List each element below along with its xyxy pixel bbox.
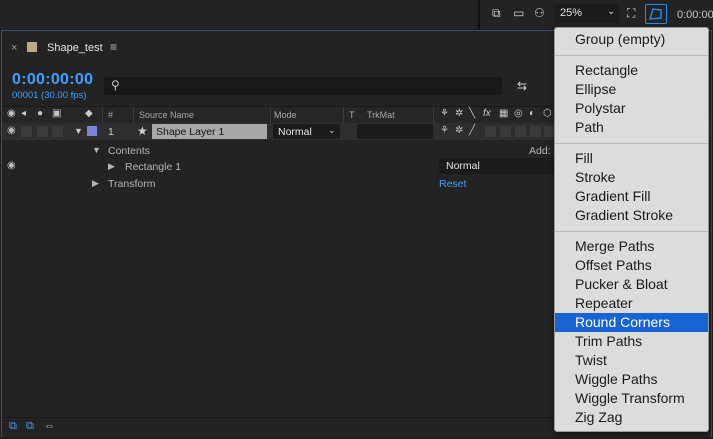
- menu-item-trim-paths[interactable]: Trim Paths: [555, 332, 708, 351]
- menu-item-pucker-bloat[interactable]: Pucker & Bloat: [555, 275, 708, 294]
- contents-label: Contents: [108, 145, 151, 157]
- region-of-interest-icon[interactable]: ⧉: [492, 6, 501, 20]
- frame-blend-icon[interactable]: ▦: [499, 108, 508, 119]
- menu-item-rectangle[interactable]: Rectangle: [555, 61, 708, 80]
- solo-icon[interactable]: ●: [37, 108, 43, 119]
- menu-item-fill[interactable]: Fill: [555, 149, 708, 168]
- quality-switch-icon[interactable]: ╱: [469, 125, 475, 136]
- expand-triangle-icon[interactable]: ▼: [74, 126, 83, 136]
- current-time-display[interactable]: 0:00:00:00: [12, 71, 93, 89]
- rectangle-expand-triangle-icon[interactable]: ▶: [108, 161, 115, 172]
- quality-icon[interactable]: ╲: [469, 108, 475, 119]
- adjustment-layer-icon[interactable]: ◐: [529, 108, 535, 119]
- layer-name: Shape Layer 1: [156, 126, 225, 138]
- menu-item-offset-paths[interactable]: Offset Paths: [555, 256, 708, 275]
- adjustment-switch-cell[interactable]: [530, 126, 541, 137]
- column-divider: [133, 107, 134, 123]
- tab-close-icon[interactable]: ×: [11, 42, 17, 54]
- menu-item-ellipse[interactable]: Ellipse: [555, 80, 708, 99]
- transform-label: Transform: [108, 178, 156, 190]
- contents-expand-triangle-icon[interactable]: ▼: [92, 145, 101, 155]
- solo-switch-cell[interactable]: [37, 126, 48, 137]
- lock-switch-cell[interactable]: [52, 126, 63, 137]
- column-divider: [343, 107, 344, 123]
- column-t: T: [349, 110, 355, 120]
- menu-item-path[interactable]: Path: [555, 118, 708, 137]
- layer-index: 1: [108, 126, 114, 138]
- add-shape-button[interactable]: Add:: [529, 145, 551, 157]
- menu-separator: [555, 55, 708, 56]
- transform-reset-link[interactable]: Reset: [439, 178, 466, 190]
- mask-path-icon: [649, 8, 662, 20]
- mask-toggle-button[interactable]: [645, 4, 667, 24]
- composition-color-swatch: [27, 42, 37, 52]
- monitor-icon[interactable]: ▭: [513, 6, 524, 20]
- search-icon[interactable]: ⚲: [111, 78, 120, 92]
- frame-blend-switch-cell[interactable]: [500, 126, 511, 137]
- chevron-down-icon: ⌄: [328, 125, 336, 135]
- menu-item-gradient-fill[interactable]: Gradient Fill: [555, 187, 708, 206]
- viewer-timecode: 0:00:00: [677, 9, 713, 21]
- menu-item-round-corners[interactable]: Round Corners: [555, 313, 708, 332]
- glasses-icon[interactable]: ⚇: [534, 6, 545, 20]
- layer-visibility-eye-icon[interactable]: ◉: [7, 125, 16, 136]
- menu-item-twist[interactable]: Twist: [555, 351, 708, 370]
- toolbar-divider: [478, 0, 480, 29]
- column-divider: [270, 107, 271, 123]
- column-divider: [433, 107, 434, 123]
- speaker-icon[interactable]: ◂: [21, 108, 26, 119]
- frame-count: 00001 (30.00 fps): [12, 90, 87, 101]
- zoom-value: 25%: [560, 7, 583, 19]
- menu-item-wiggle-paths[interactable]: Wiggle Paths: [555, 370, 708, 389]
- rectangle-blend-mode-value: Normal: [446, 160, 480, 172]
- shape-layer-star-icon: ★: [137, 124, 148, 138]
- shy-icon[interactable]: ⚘: [440, 108, 449, 119]
- motion-blur-switch-cell[interactable]: [515, 126, 526, 137]
- audio-switch-cell[interactable]: [21, 126, 32, 137]
- 3d-layer-icon[interactable]: ⬡: [543, 108, 552, 119]
- menu-separator: [555, 143, 708, 144]
- column-trkmat: TrkMat: [367, 110, 395, 120]
- fx-column[interactable]: fx: [483, 108, 491, 119]
- tab-title[interactable]: Shape_test: [47, 42, 103, 54]
- menu-item-group-empty[interactable]: Group (empty): [555, 30, 708, 49]
- shy-switch-icon[interactable]: ⚘: [440, 125, 449, 136]
- in-out-toggle-icon[interactable]: ⇔: [44, 420, 55, 432]
- menu-item-zig-zag[interactable]: Zig Zag: [555, 408, 708, 427]
- column-number: #: [108, 110, 114, 120]
- rectangle-visibility-eye-icon[interactable]: ◉: [7, 160, 16, 171]
- transform-expand-triangle-icon[interactable]: ▶: [92, 178, 99, 189]
- column-divider: [102, 107, 103, 123]
- flowchart-icon[interactable]: ⇆: [517, 79, 527, 93]
- collapse-switch-icon[interactable]: ✲: [455, 125, 463, 136]
- label-tag-icon[interactable]: ◆: [85, 108, 93, 119]
- layer-switches-toggle-icon[interactable]: ⧉: [9, 420, 17, 433]
- fit-frame-icon[interactable]: ⛶: [627, 6, 635, 20]
- collapse-icon[interactable]: ✲: [455, 108, 463, 119]
- layer-mode-value: Normal: [278, 126, 312, 138]
- menu-separator: [555, 231, 708, 232]
- trkmat-dropdown[interactable]: [357, 124, 433, 139]
- menu-item-stroke[interactable]: Stroke: [555, 168, 708, 187]
- motion-blur-icon[interactable]: ◎: [514, 108, 523, 119]
- chevron-down-icon: ⌄: [607, 6, 616, 17]
- menu-item-merge-paths[interactable]: Merge Paths: [555, 237, 708, 256]
- column-mode: Mode: [274, 110, 297, 120]
- fx-switch-cell[interactable]: [485, 126, 496, 137]
- panel-menu-icon[interactable]: ≡: [110, 40, 117, 54]
- menu-item-gradient-stroke[interactable]: Gradient Stroke: [555, 206, 708, 225]
- menu-item-repeater[interactable]: Repeater: [555, 294, 708, 313]
- column-source-name[interactable]: Source Name: [139, 110, 194, 120]
- menu-item-wiggle-transform[interactable]: Wiggle Transform: [555, 389, 708, 408]
- lock-icon[interactable]: ▣: [52, 108, 61, 119]
- transfer-controls-toggle-icon[interactable]: ⧉: [26, 420, 34, 433]
- menu-item-polystar[interactable]: Polystar: [555, 99, 708, 118]
- layer-label-color[interactable]: [87, 126, 97, 136]
- eye-icon[interactable]: ◉: [7, 108, 16, 119]
- layer-search-input[interactable]: [104, 77, 502, 95]
- rectangle-group-label: Rectangle 1: [125, 161, 182, 173]
